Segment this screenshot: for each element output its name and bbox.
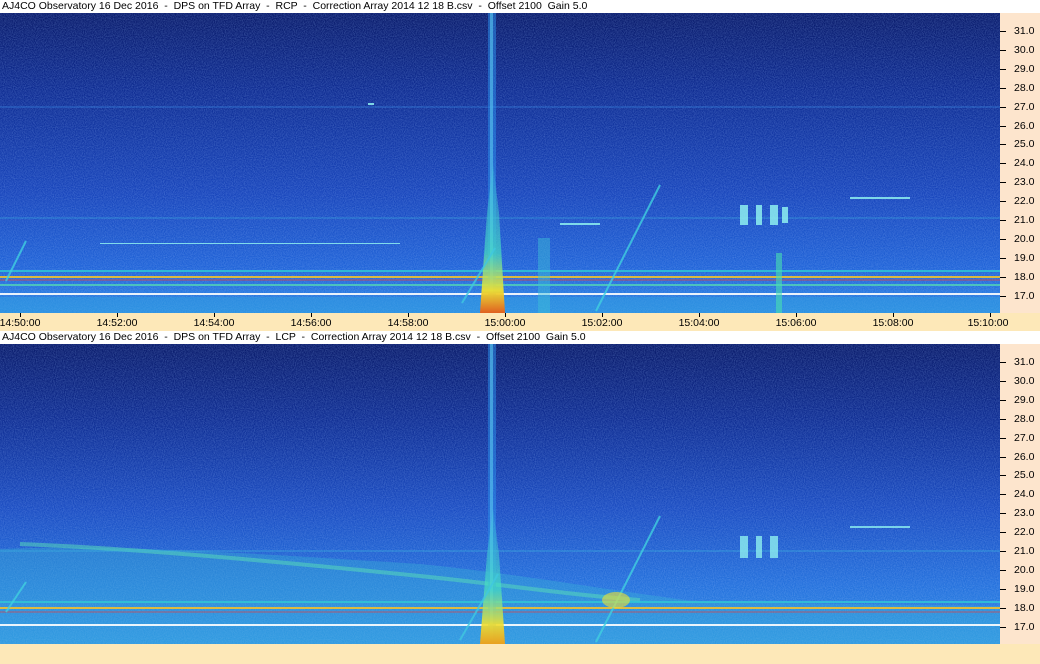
time-label: 15:06:00 (775, 317, 817, 329)
frequency-label: 23.0 (1014, 507, 1035, 520)
frequency-label: 22.0 (1014, 526, 1035, 539)
frequency-tick (1000, 437, 1006, 439)
frequency-tick (1000, 362, 1006, 363)
time-label: 14:58:00 (387, 317, 429, 329)
y-axis-rcp: 31.0 30.0 29.0 28.0 27.0 26.0 25.0 24.0 23.0 22.0… (1000, 13, 1040, 313)
panel-title-lcp: AJ4CO Observatory 16 Dec 2016 - DPS on T… (2, 331, 586, 343)
time-label: 15:04:00 (678, 317, 720, 329)
spectrogram-rcp[interactable] (0, 13, 1000, 313)
time-label: 15:00:00 (484, 317, 526, 329)
frequency-tick (1000, 295, 1006, 297)
frequency-tick (1000, 201, 1006, 203)
frequency-tick (1000, 456, 1006, 458)
frequency-tick (1000, 31, 1006, 32)
time-label: 15:02:00 (581, 317, 623, 329)
frequency-label: 23.0 (1014, 176, 1035, 189)
frequency-tick (1000, 380, 1006, 382)
panel-title-rcp: AJ4CO Observatory 16 Dec 2016 - DPS on T… (2, 0, 588, 12)
time-label: 14:50:00 (0, 317, 41, 329)
time-label: 14:52:00 (96, 317, 138, 329)
frequency-label: 20.0 (1014, 232, 1035, 245)
y-axis-lcp: 31.0 30.0 29.0 28.0 27.0 26.0 25.0 24.0 23.0 22.0… (1000, 344, 1040, 644)
frequency-tick (1000, 220, 1006, 221)
frequency-label: 24.0 (1014, 488, 1035, 501)
frequency-tick (1000, 607, 1006, 609)
frequency-tick (1000, 257, 1006, 259)
frequency-label: 26.0 (1014, 450, 1035, 463)
frequency-label: 31.0 (1014, 25, 1035, 37)
frequency-label: 30.0 (1014, 43, 1035, 56)
time-axis-empty (0, 644, 1040, 664)
frequency-label: 28.0 (1014, 412, 1035, 425)
frequency-label: 25.0 (1014, 138, 1035, 151)
frequency-label: 31.0 (1014, 356, 1035, 368)
spectrogram-lcp-canvas (0, 344, 1000, 644)
frequency-label: 27.0 (1014, 100, 1035, 113)
time-label: 15:08:00 (872, 317, 914, 329)
time-label: 14:56:00 (290, 317, 332, 329)
spectrogram-rcp-canvas (0, 13, 1000, 313)
frequency-label: 28.0 (1014, 81, 1035, 94)
frequency-tick (1000, 276, 1006, 278)
frequency-label: 29.0 (1014, 393, 1035, 406)
frequency-label: 18.0 (1014, 270, 1035, 283)
time-axis: 14:50:00 14:52:00 14:54:00 14:56:00 14:58:00… (0, 313, 1040, 331)
frequency-tick (1000, 475, 1006, 477)
time-label: 14:54:00 (193, 317, 235, 329)
frequency-label: 19.0 (1014, 251, 1035, 264)
frequency-label: 24.0 (1014, 157, 1035, 170)
frequency-tick (1000, 551, 1006, 552)
frequency-label: 17.0 (1014, 620, 1035, 633)
frequency-label: 26.0 (1014, 119, 1035, 132)
frequency-label: 21.0 (1014, 214, 1035, 226)
frequency-label: 17.0 (1014, 289, 1035, 302)
frequency-tick (1000, 49, 1006, 51)
frequency-tick (1000, 588, 1006, 590)
frequency-tick (1000, 494, 1006, 496)
frequency-label: 19.0 (1014, 582, 1035, 595)
time-label: 15:10:00 (967, 317, 1009, 329)
frequency-tick (1000, 513, 1006, 515)
frequency-label: 18.0 (1014, 601, 1035, 614)
frequency-label: 21.0 (1014, 545, 1035, 557)
frequency-tick (1000, 87, 1006, 89)
frequency-label: 29.0 (1014, 62, 1035, 75)
frequency-tick (1000, 626, 1006, 628)
frequency-tick (1000, 399, 1006, 401)
frequency-tick (1000, 125, 1006, 127)
frequency-label: 25.0 (1014, 469, 1035, 482)
spectrogram-lcp[interactable] (0, 344, 1000, 644)
frequency-tick (1000, 68, 1006, 70)
frequency-label: 20.0 (1014, 563, 1035, 576)
frequency-tick (1000, 144, 1006, 146)
frequency-label: 22.0 (1014, 195, 1035, 208)
frequency-tick (1000, 238, 1006, 240)
frequency-tick (1000, 569, 1006, 571)
frequency-label: 27.0 (1014, 431, 1035, 444)
frequency-tick (1000, 163, 1006, 165)
frequency-tick (1000, 418, 1006, 420)
frequency-tick (1000, 182, 1006, 184)
frequency-tick (1000, 532, 1006, 534)
frequency-label: 30.0 (1014, 374, 1035, 387)
frequency-tick (1000, 106, 1006, 108)
